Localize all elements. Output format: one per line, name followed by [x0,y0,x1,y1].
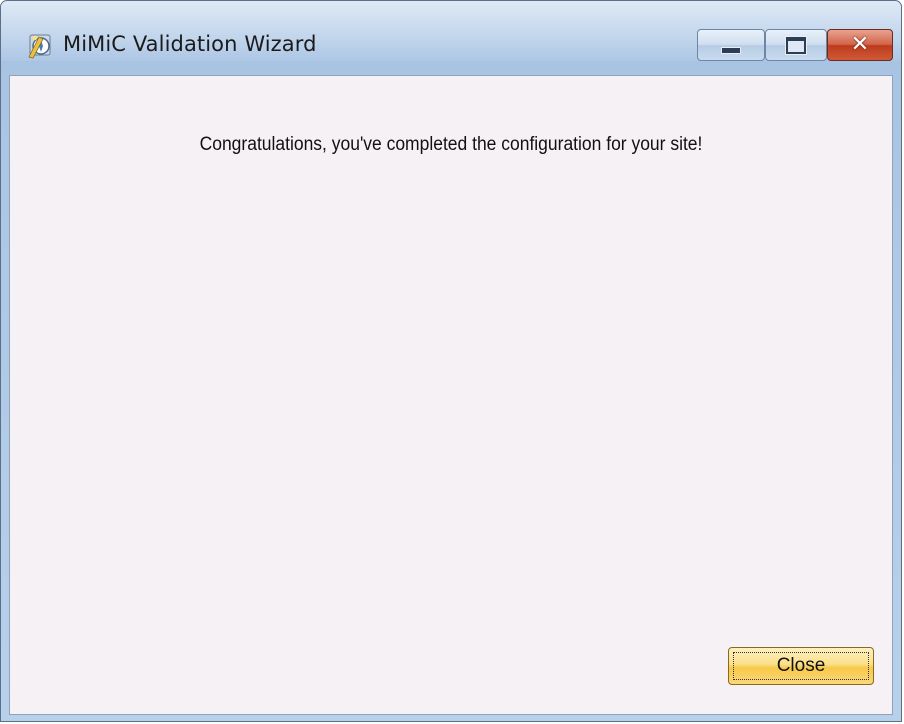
window-title: MiMiC Validation Wizard [63,32,317,56]
wizard-content-panel: Congratulations, you've completed the co… [9,75,893,715]
close-icon: ✕ [850,32,870,57]
close-button-label: Close [776,655,826,676]
maximize-icon [785,35,807,55]
close-window-button[interactable]: ✕ [827,29,893,61]
completion-message: Congratulations, you've completed the co… [199,134,703,155]
wizard-window: MiMiC Validation Wizard ✕ Congratulation… [0,0,902,722]
maximize-button[interactable] [765,29,827,61]
title-bar[interactable]: MiMiC Validation Wizard ✕ [1,1,901,73]
minimize-icon [721,46,741,54]
close-button[interactable]: Close [728,647,874,685]
wizard-app-icon [27,31,55,59]
minimize-button[interactable] [697,29,765,61]
